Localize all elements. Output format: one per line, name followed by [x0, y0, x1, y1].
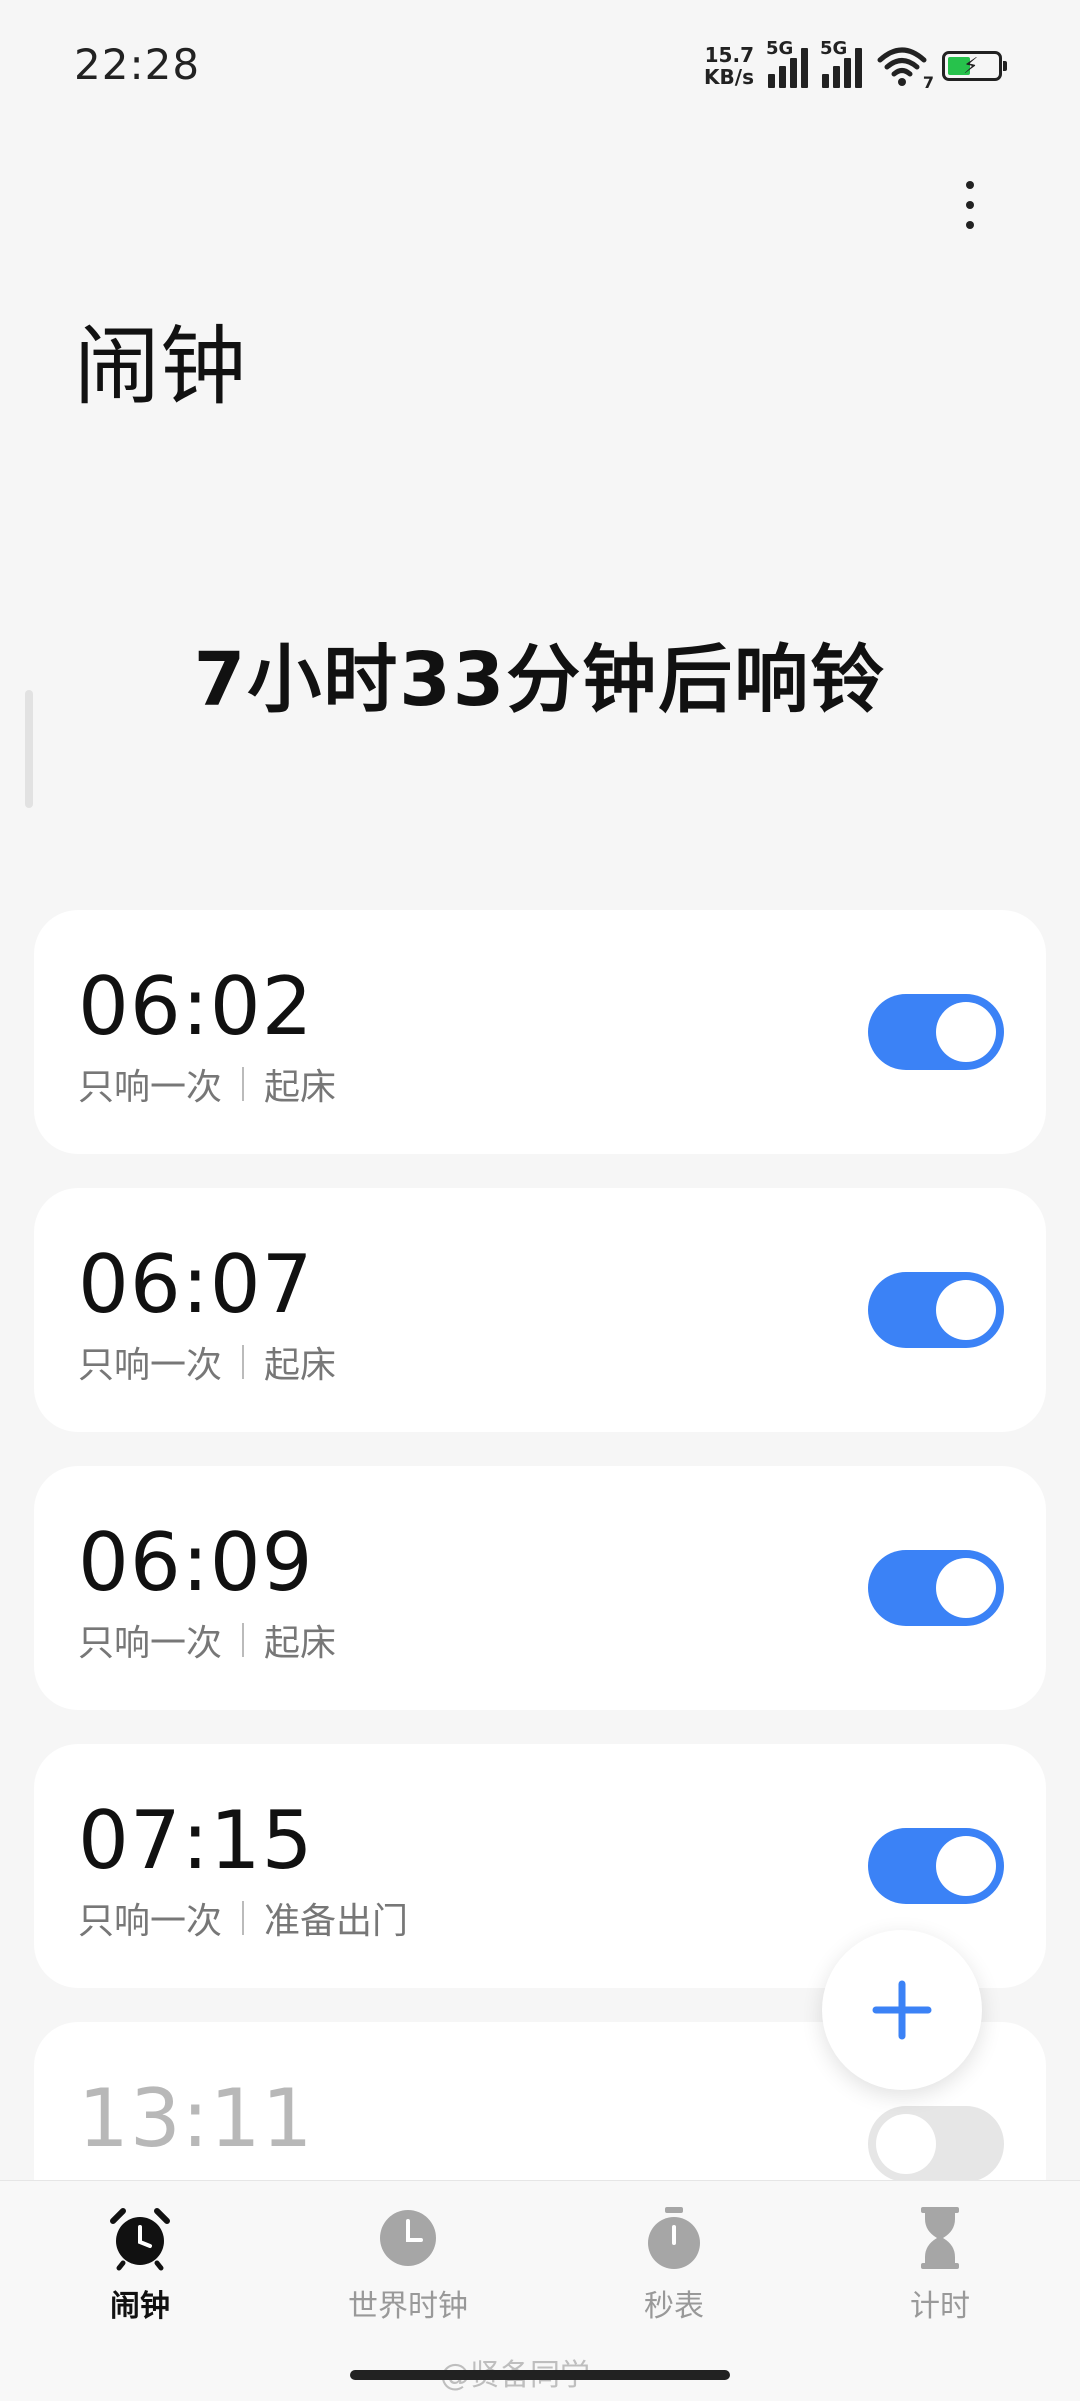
alarm-card[interactable]: 06:02 只响一次 起床 — [34, 910, 1046, 1154]
nav-tab-label: 秒表 — [644, 2289, 704, 2324]
alarm-time: 06:07 — [78, 1238, 314, 1331]
more-vertical-icon — [966, 181, 974, 189]
alarm-toggle[interactable] — [868, 1550, 1004, 1626]
home-indicator[interactable] — [350, 2370, 730, 2380]
alarm-repeat: 只响一次 — [78, 1623, 223, 1664]
alarm-time: 13:11 — [78, 2072, 314, 2165]
alarm-time: 06:02 — [78, 960, 314, 1053]
alarm-details: 只响一次 起床 — [78, 1336, 336, 1388]
nav-tab-timer[interactable]: 计时 — [830, 2205, 1050, 2325]
wifi-badge: 7 — [922, 73, 934, 92]
nav-tab-world-clock[interactable]: 世界时钟 — [298, 2205, 518, 2325]
network-speed: 15.7 KB/s — [704, 43, 754, 89]
nav-tab-alarm[interactable]: 闹钟 — [30, 2205, 250, 2325]
world-clock-icon — [380, 2210, 436, 2266]
alarm-toggle[interactable] — [868, 1272, 1004, 1348]
nav-tab-label: 闹钟 — [110, 2289, 170, 2324]
divider — [242, 1901, 245, 1935]
battery-icon: ⚡ — [942, 51, 1007, 81]
plus-icon — [872, 1980, 932, 2040]
status-icons: 15.7 KB/s 5G 5G 7 ⚡ — [704, 38, 1007, 92]
hourglass-icon — [921, 2207, 959, 2269]
alarm-repeat: 只响一次 — [78, 1345, 223, 1386]
status-bar: 22:28 15.7 KB/s 5G 5G 7 ⚡ — [0, 0, 1080, 140]
next-alarm-countdown: 7小时33分钟后响铃 — [193, 637, 887, 723]
add-alarm-button[interactable] — [822, 1930, 982, 2090]
alarm-label: 起床 — [264, 1345, 337, 1386]
alarm-time: 06:09 — [78, 1516, 314, 1609]
alarm-repeat: 只响一次 — [78, 1901, 223, 1942]
alarm-card[interactable]: 06:09 只响一次 起床 — [34, 1466, 1046, 1710]
alarm-toggle[interactable] — [868, 1828, 1004, 1904]
alarm-details: 只响一次 起床 — [78, 1058, 336, 1110]
alarm-repeat: 只响一次 — [78, 1067, 223, 1108]
wifi-icon: 7 — [876, 44, 934, 92]
alarm-toggle[interactable] — [868, 2106, 1004, 2182]
page-title: 闹钟 — [74, 317, 246, 417]
alarm-time: 07:15 — [78, 1794, 314, 1887]
alarm-label: 准备出门 — [264, 1901, 409, 1942]
status-time: 22:28 — [74, 40, 201, 89]
divider — [242, 1067, 245, 1101]
stopwatch-icon — [648, 2207, 700, 2269]
alarm-clock-icon — [110, 2208, 170, 2271]
alarm-toggle[interactable] — [868, 994, 1004, 1070]
cellular-signal-icon: 5G — [766, 38, 808, 88]
alarm-details: 只响一次 准备出门 — [78, 1892, 408, 1944]
nav-tab-stopwatch[interactable]: 秒表 — [564, 2205, 784, 2325]
nav-tab-label: 计时 — [910, 2289, 970, 2324]
alarm-label: 起床 — [264, 1067, 337, 1108]
divider — [242, 1345, 245, 1379]
alarm-card[interactable]: 06:07 只响一次 起床 — [34, 1188, 1046, 1432]
alarm-label: 起床 — [264, 1623, 337, 1664]
more-options-button[interactable] — [940, 170, 1000, 240]
cellular-signal-icon-2: 5G — [820, 38, 862, 88]
nav-tab-label: 世界时钟 — [348, 2289, 468, 2324]
alarm-details: 只响一次 起床 — [78, 1614, 336, 1666]
divider — [242, 1623, 245, 1657]
